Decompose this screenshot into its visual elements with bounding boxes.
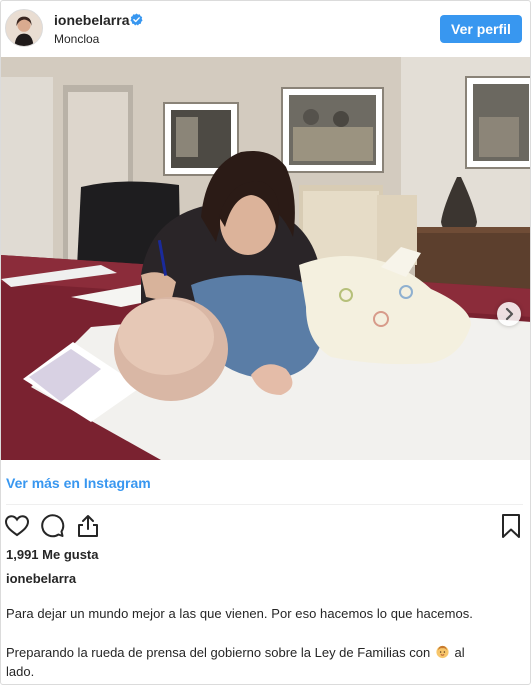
chevron-right-icon (505, 307, 514, 321)
likes-count[interactable]: 1,991 Me gusta (6, 547, 99, 562)
avatar-image (6, 10, 42, 46)
instagram-embed-card: ionebelarra Moncloa Ver perfil Ver más e… (0, 0, 531, 685)
caption-text: al (454, 645, 465, 660)
heart-icon[interactable] (4, 513, 30, 539)
view-more-link[interactable]: Ver más en Instagram (6, 475, 151, 491)
avatar[interactable] (5, 9, 43, 47)
caption-paragraph: Preparando la rueda de prensa del gobier… (6, 643, 506, 681)
location-link[interactable]: Moncloa (54, 32, 99, 46)
verified-badge-icon (130, 13, 143, 26)
view-profile-button[interactable]: Ver perfil (440, 15, 522, 43)
caption-text: Preparando la rueda de prensa del gobier… (6, 645, 431, 660)
comment-icon[interactable] (39, 513, 65, 539)
share-icon[interactable] (75, 513, 101, 539)
baby-emoji-icon (436, 645, 449, 659)
caption-line: Para dejar un mundo mejor a las que vien… (6, 606, 473, 621)
caption-text: lado. (6, 664, 35, 679)
post-photo[interactable] (1, 57, 530, 460)
divider (6, 504, 523, 505)
next-slide-button[interactable] (497, 302, 521, 326)
caption-username[interactable]: ionebelarra (6, 571, 76, 586)
post-header: ionebelarra Moncloa Ver perfil (1, 1, 530, 57)
bookmark-icon[interactable] (498, 513, 524, 539)
post-photo-image (1, 57, 530, 460)
username[interactable]: ionebelarra (54, 12, 129, 28)
